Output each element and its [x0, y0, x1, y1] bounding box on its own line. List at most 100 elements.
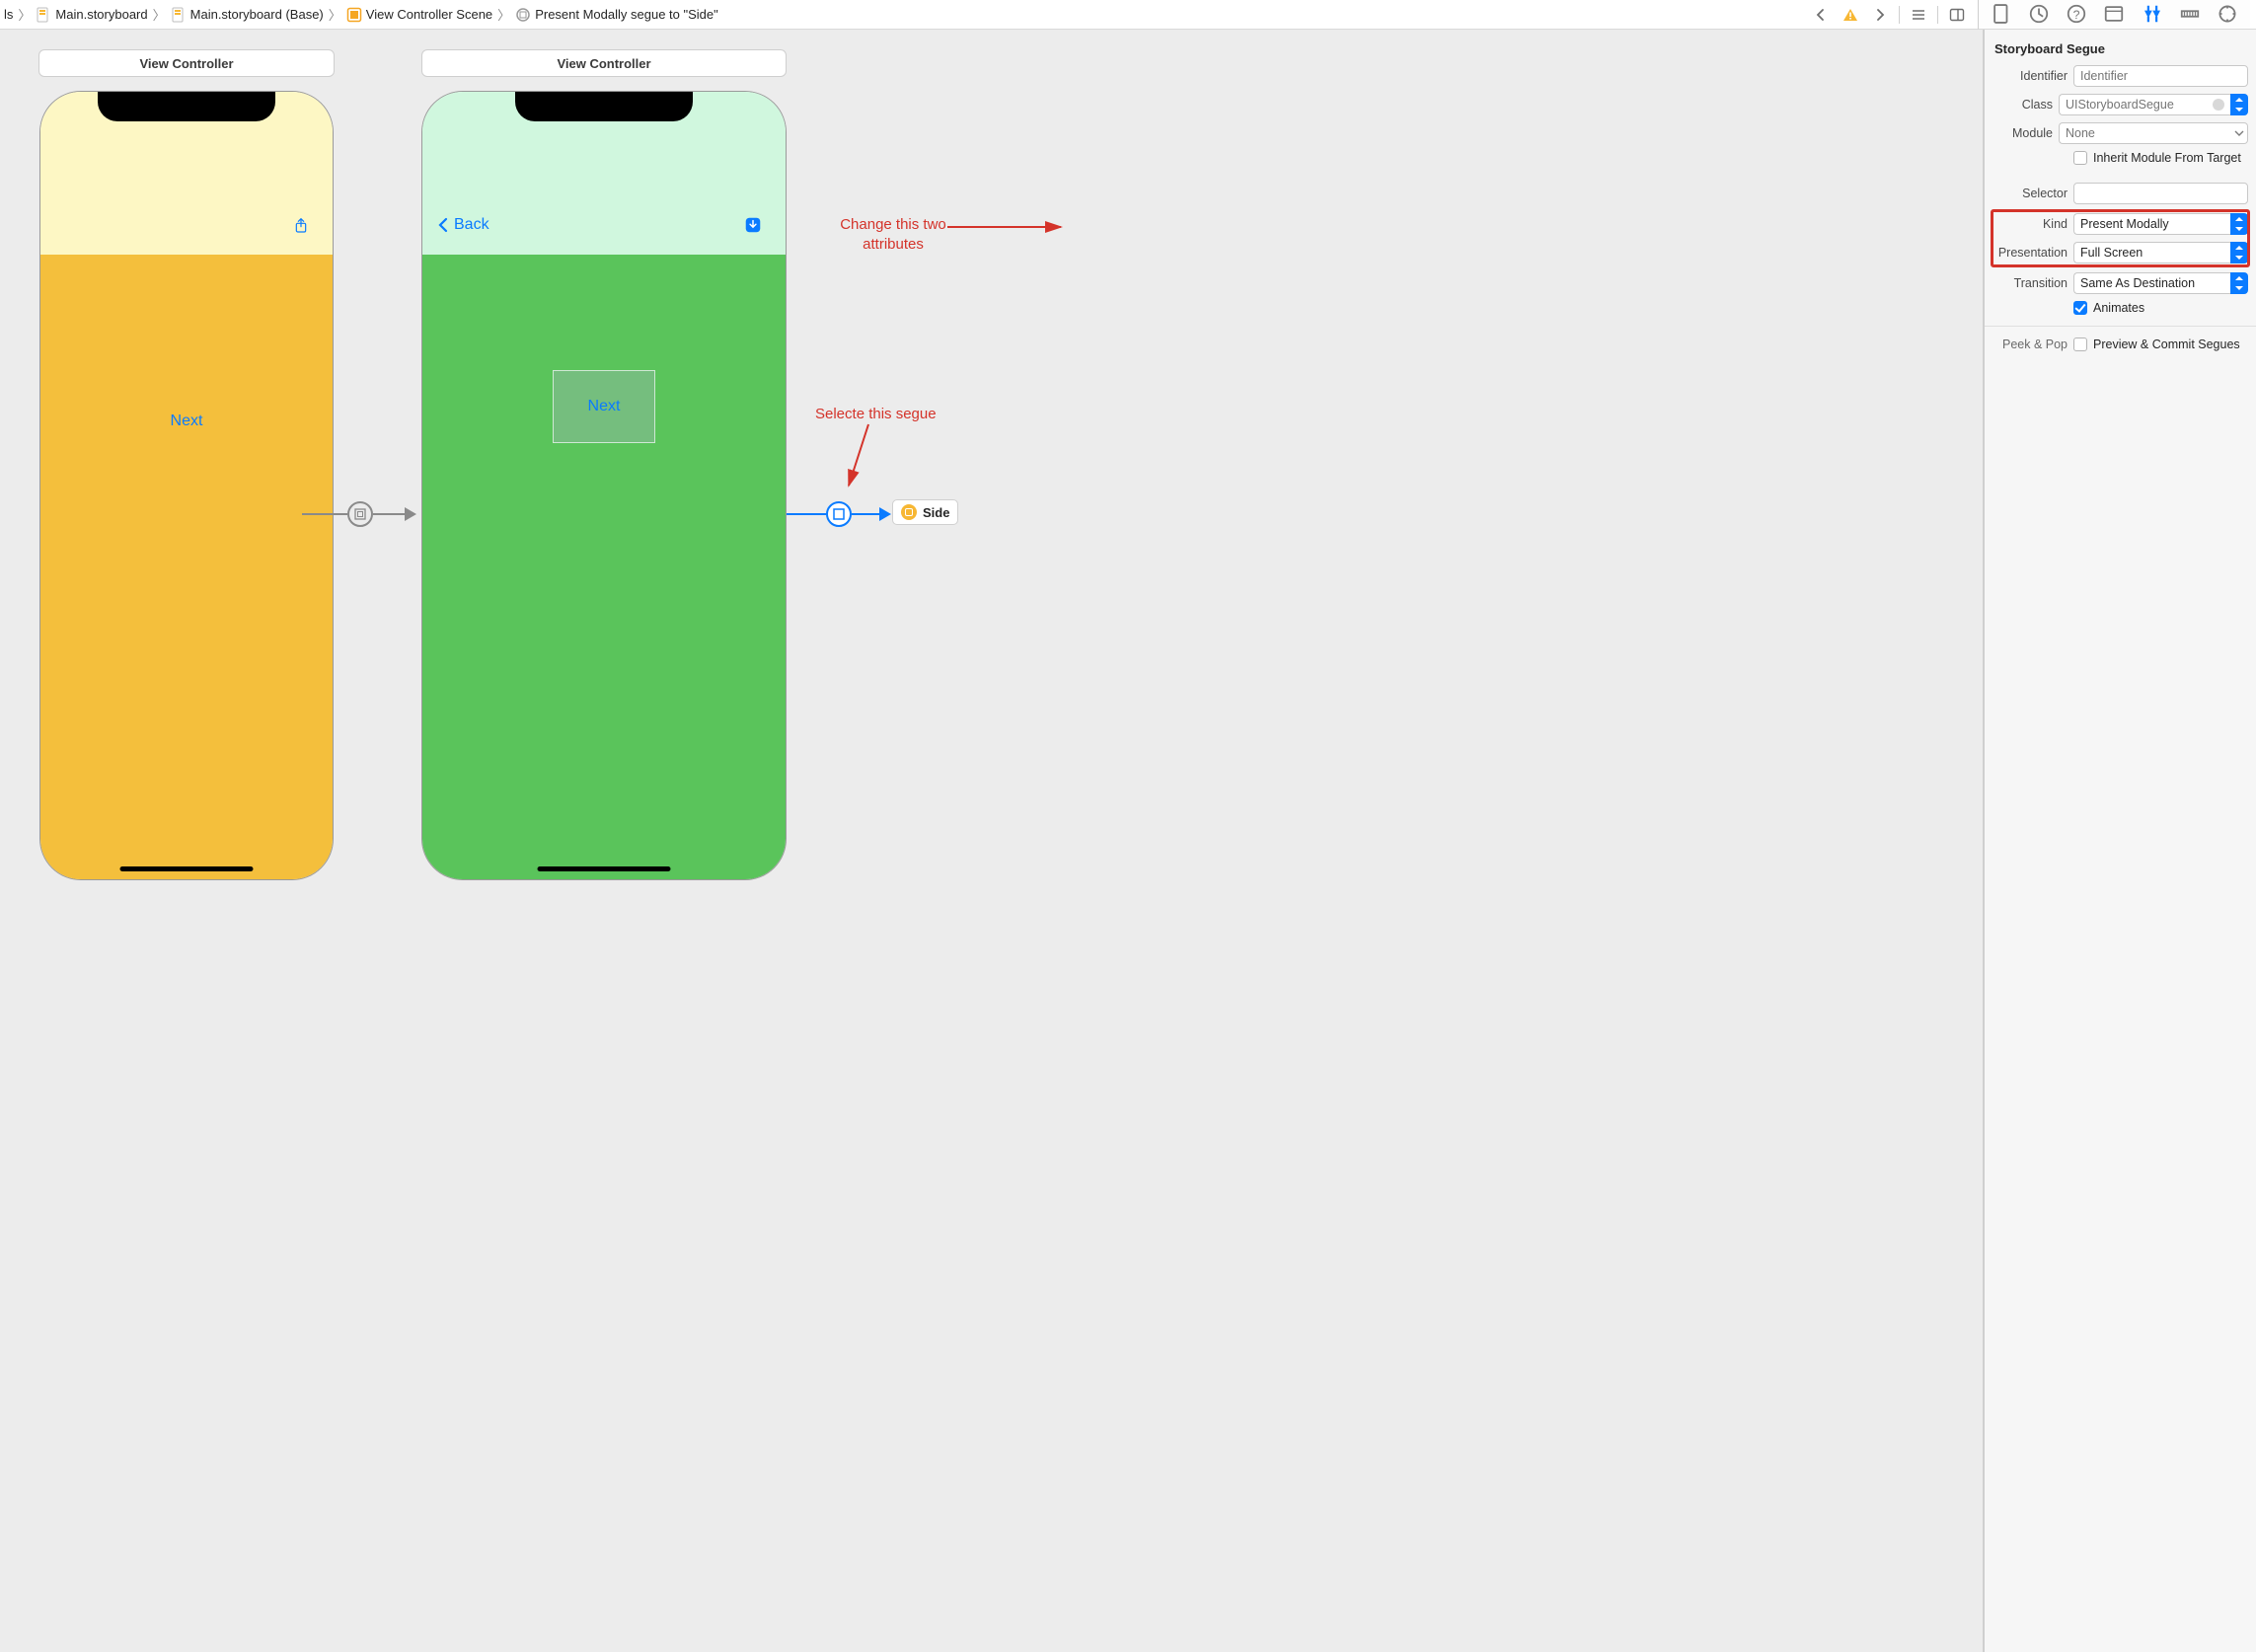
presentation-select[interactable]: Full Screen — [2073, 242, 2230, 263]
scene-title[interactable]: View Controller — [421, 49, 787, 77]
container-view[interactable]: Next — [553, 370, 655, 443]
attributes-inspector-tab[interactable] — [2142, 3, 2163, 25]
separator — [1937, 6, 1938, 24]
main-split: View Controller Next — [0, 30, 2256, 1652]
download-icon — [742, 214, 764, 236]
side-vc-badge[interactable]: Side — [892, 499, 958, 525]
breadcrumb-label: View Controller Scene — [366, 7, 492, 22]
field-label: Selector — [1993, 187, 2068, 200]
field-selector: Selector — [1993, 183, 2248, 204]
presentation-value: Full Screen — [2080, 246, 2143, 260]
kind-select[interactable]: Present Modally — [2073, 213, 2230, 235]
field-module: Module — [1993, 122, 2248, 144]
nav-back-button[interactable] — [1810, 4, 1832, 26]
clear-icon[interactable] — [2211, 97, 2226, 113]
selector-input[interactable] — [2073, 183, 2248, 204]
class-stepper[interactable] — [2230, 94, 2248, 115]
segue-node-icon — [347, 501, 373, 527]
history-inspector-tab[interactable] — [2028, 3, 2050, 25]
outline-button[interactable] — [1908, 4, 1929, 26]
checkbox-label: Inherit Module From Target — [2093, 151, 2241, 165]
svg-text:?: ? — [2073, 8, 2080, 22]
checkbox[interactable] — [2073, 301, 2087, 315]
scene-title[interactable]: View Controller — [38, 49, 335, 77]
segue-node-icon — [826, 501, 852, 527]
kind-value: Present Modally — [2080, 217, 2169, 231]
kind-stepper[interactable] — [2230, 213, 2248, 235]
help-inspector-tab[interactable]: ? — [2066, 3, 2087, 25]
field-identifier: Identifier — [1993, 65, 2248, 87]
chevron-right-icon — [1872, 7, 1888, 23]
inspector-panel: Storyboard Segue Identifier Class Module — [1984, 30, 2256, 1652]
download-button[interactable] — [742, 214, 764, 236]
breadcrumb-label: Main.storyboard (Base) — [190, 7, 324, 22]
chevron-left-icon — [1813, 7, 1829, 23]
chevron-right-icon: 〉 — [152, 5, 167, 24]
breadcrumb-item[interactable]: Main.storyboard — [32, 7, 151, 23]
assistant-button[interactable] — [1946, 4, 1968, 26]
toolbar-right — [1810, 4, 1974, 26]
field-inherit-module[interactable]: Inherit Module From Target — [1993, 151, 2248, 165]
nav-forward-button[interactable] — [1869, 4, 1891, 26]
checkbox-label: Preview & Commit Segues — [2093, 338, 2240, 351]
scene-title-label: View Controller — [139, 56, 233, 71]
field-label: Presentation — [1993, 246, 2068, 260]
breadcrumb: ls 〉 Main.storyboard 〉 Main.storyboard (… — [0, 5, 1806, 24]
scene-vc2[interactable]: View Controller Back — [421, 49, 787, 880]
side-label: Side — [923, 505, 949, 520]
field-presentation: Presentation Full Screen — [1993, 242, 2248, 263]
segue-vc2-to-side[interactable] — [787, 501, 895, 527]
notch — [515, 92, 693, 121]
storyboard-canvas[interactable]: View Controller Next — [0, 30, 1984, 1652]
field-kind: Kind Present Modally — [1993, 213, 2248, 235]
phone-frame: Next — [39, 91, 334, 880]
next-button[interactable]: Next — [588, 398, 621, 415]
breadcrumb-item[interactable]: Present Modally segue to "Side" — [511, 7, 722, 23]
field-label: Peek & Pop — [1993, 338, 2068, 351]
breadcrumb-toolbar: ls 〉 Main.storyboard 〉 Main.storyboard (… — [0, 0, 2256, 30]
arrowhead-icon — [879, 507, 891, 521]
breadcrumb-item[interactable]: View Controller Scene — [342, 7, 496, 23]
scene-icon — [346, 7, 362, 23]
storyboard-file-icon — [36, 7, 51, 23]
segue-vc1-to-vc2[interactable] — [302, 501, 420, 527]
presentation-stepper[interactable] — [2230, 242, 2248, 263]
inspector-section-header: Storyboard Segue — [1993, 38, 2248, 58]
issues-button[interactable] — [1840, 4, 1861, 26]
field-peek-pop: Peek & Pop Preview & Commit Segues — [1993, 338, 2248, 351]
annotation-arrow-icon — [947, 217, 1105, 257]
next-button[interactable]: Next — [171, 413, 203, 430]
scene-title-label: View Controller — [557, 56, 650, 71]
transition-select[interactable]: Same As Destination — [2073, 272, 2230, 294]
storyboard-file-icon — [171, 7, 187, 23]
breadcrumb-item[interactable]: ls — [0, 7, 17, 22]
list-icon — [1911, 7, 1926, 23]
transition-stepper[interactable] — [2230, 272, 2248, 294]
scene-vc1[interactable]: View Controller Next — [4, 49, 369, 880]
field-animates[interactable]: Animates — [1993, 301, 2248, 315]
class-input[interactable] — [2059, 94, 2230, 115]
transition-value: Same As Destination — [2080, 276, 2195, 290]
highlighted-attributes: Kind Present Modally Presentation Full S… — [1993, 211, 2248, 265]
breadcrumb-item[interactable]: Main.storyboard (Base) — [167, 7, 328, 23]
checkbox[interactable] — [2073, 151, 2087, 165]
identifier-input[interactable] — [2073, 65, 2248, 87]
checkbox[interactable] — [2073, 338, 2087, 351]
split-pane-icon — [1949, 7, 1965, 23]
field-transition: Transition Same As Destination — [1993, 272, 2248, 294]
size-inspector-tab[interactable] — [2179, 3, 2201, 25]
breadcrumb-label: Present Modally segue to "Side" — [535, 7, 718, 22]
annotation-change-attrs: Change this two attributes — [819, 215, 967, 254]
annotation-select-segue: Selecte this segue — [815, 405, 937, 424]
notch — [98, 92, 275, 121]
breadcrumb-label: Main.storyboard — [55, 7, 147, 22]
connections-inspector-tab[interactable] — [2217, 3, 2238, 25]
checkbox-label: Animates — [2093, 301, 2144, 315]
module-dropdown-button[interactable] — [2230, 122, 2248, 144]
back-button[interactable]: Back — [436, 216, 489, 234]
module-input[interactable] — [2059, 122, 2230, 144]
file-inspector-tab[interactable] — [1991, 3, 2012, 25]
arrowhead-icon — [405, 507, 416, 521]
share-button[interactable] — [291, 214, 311, 239]
identity-inspector-tab[interactable] — [2103, 3, 2125, 25]
